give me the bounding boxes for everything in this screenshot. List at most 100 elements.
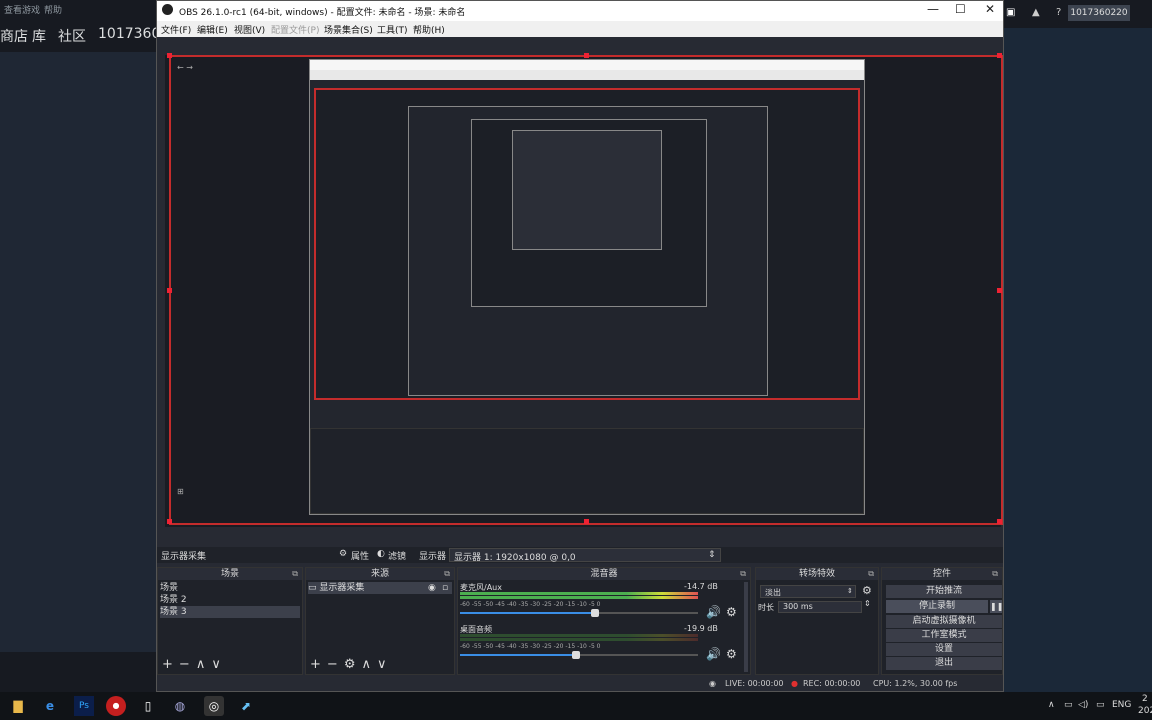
- nested-title-bar: [310, 60, 864, 70]
- menu-view[interactable]: 视图(V): [234, 23, 265, 36]
- menu-profile[interactable]: 配置文件(P): [271, 23, 319, 36]
- close-icon[interactable]: ✕: [985, 2, 995, 16]
- move-down-icon[interactable]: ∨: [377, 657, 387, 672]
- steam-menu-item[interactable]: 游戏: [22, 3, 40, 16]
- resize-handle[interactable]: [997, 53, 1002, 58]
- filter-icon[interactable]: ◐: [377, 549, 385, 559]
- undock-icon[interactable]: ⧉: [740, 568, 746, 580]
- steam-menu-item[interactable]: 帮助: [44, 3, 62, 16]
- move-up-icon[interactable]: ∧: [361, 657, 371, 672]
- file-explorer-icon[interactable]: ▇: [8, 696, 28, 716]
- controls-dock-header: 控件 ⧉: [882, 568, 1002, 580]
- remove-icon[interactable]: −: [179, 657, 190, 672]
- document-icon[interactable]: ▯: [138, 696, 158, 716]
- filters-button[interactable]: 滤镜: [388, 549, 406, 562]
- scrollbar[interactable]: [744, 582, 748, 672]
- edge-icon[interactable]: e: [40, 696, 60, 716]
- undock-icon[interactable]: ⧉: [444, 568, 450, 580]
- steam-icon[interactable]: ⬈: [236, 696, 256, 716]
- volume-slider-handle[interactable]: [572, 651, 580, 659]
- language-indicator[interactable]: ENG: [1112, 700, 1131, 710]
- gear-icon[interactable]: ⚙: [726, 605, 737, 619]
- resize-handle[interactable]: [167, 288, 172, 293]
- resize-handle[interactable]: [584, 519, 589, 524]
- steam-nav-community[interactable]: 社区: [58, 26, 86, 46]
- minimize-icon[interactable]: —: [927, 2, 939, 16]
- steam-notify-icon[interactable]: ▲: [1032, 7, 1040, 18]
- pause-recording-icon[interactable]: ❚❚: [990, 600, 1003, 613]
- studio-mode-button[interactable]: 工作室模式: [886, 629, 1002, 642]
- add-icon[interactable]: +: [162, 657, 173, 672]
- nested-add-game-icon: ⊞: [177, 487, 184, 496]
- resize-handle[interactable]: [997, 519, 1002, 524]
- scene-item[interactable]: 场景: [160, 582, 300, 594]
- maximize-icon[interactable]: ☐: [955, 2, 966, 16]
- resize-handle[interactable]: [167, 519, 172, 524]
- menu-help[interactable]: 帮助(H): [413, 23, 445, 36]
- chevron-up-icon[interactable]: ∧: [1048, 700, 1055, 710]
- steam-nav-library[interactable]: 库: [32, 26, 46, 46]
- red-app-icon[interactable]: ●: [106, 696, 126, 716]
- track-db: -14.7 dB: [684, 582, 718, 591]
- preview-selection-frame[interactable]: ← → ⊞: [167, 53, 1003, 525]
- network-icon[interactable]: ▭: [1064, 700, 1073, 710]
- clock-time[interactable]: 2: [1142, 694, 1148, 704]
- steam-friends-icon[interactable]: ▣: [1006, 7, 1015, 18]
- start-streaming-button[interactable]: 开始推流: [886, 585, 1002, 598]
- move-down-icon[interactable]: ∨: [211, 657, 221, 672]
- display-select[interactable]: 显示器 1: 1920x1080 @ 0,0 ⇕: [449, 548, 721, 563]
- transitions-dock: 转场特效 ⧉ 淡出 ⇕ ⚙ 时长 300 ms ⇕: [755, 567, 879, 675]
- start-virtual-camera-button[interactable]: 启动虚拟摄像机: [886, 615, 1002, 628]
- clock-date[interactable]: 202: [1138, 706, 1152, 716]
- move-up-icon[interactable]: ∧: [196, 657, 206, 672]
- steam-menu-item[interactable]: 查看: [4, 3, 22, 16]
- menu-scene-collection[interactable]: 场景集合(S): [324, 23, 373, 36]
- transition-select[interactable]: 淡出 ⇕: [760, 585, 856, 598]
- obs-taskbar-icon[interactable]: ◎: [204, 696, 224, 716]
- preview-canvas[interactable]: ← → ⊞: [165, 53, 1003, 527]
- eye-icon[interactable]: ◉: [428, 582, 436, 594]
- controls-dock: 控件 ⧉ 开始推流 停止录制 ❚❚ 启动虚拟摄像机 工作室模式 设置 退出: [881, 567, 1003, 675]
- undock-icon[interactable]: ⧉: [292, 568, 298, 580]
- gear-icon[interactable]: ⚙: [339, 549, 347, 559]
- steam-nav-store[interactable]: 商店: [0, 26, 28, 46]
- resize-handle[interactable]: [997, 288, 1002, 293]
- gear-icon[interactable]: ⚙: [726, 647, 737, 661]
- undock-icon[interactable]: ⧉: [868, 568, 874, 580]
- sources-dock: 来源 ⧉ ▭ 显示器采集 ◉ ▫ + − ⚙ ∧ ∨: [305, 567, 455, 675]
- resize-handle[interactable]: [167, 53, 172, 58]
- lock-icon[interactable]: ▫: [442, 582, 448, 594]
- menu-file[interactable]: 文件(F): [161, 23, 191, 36]
- volume-slider-handle[interactable]: [591, 609, 599, 617]
- steam-client-icon[interactable]: ◍: [170, 696, 190, 716]
- volume-slider[interactable]: [460, 651, 698, 659]
- duration-field[interactable]: 300 ms: [778, 601, 862, 613]
- undock-icon[interactable]: ⧉: [992, 568, 998, 580]
- rec-dot-icon: ●: [791, 679, 798, 688]
- title-bar: OBS 26.1.0-rc1 (64-bit, windows) - 配置文件:…: [157, 1, 1003, 21]
- add-icon[interactable]: +: [310, 657, 321, 672]
- steam-account-button[interactable]: 1017360220: [1068, 5, 1130, 21]
- resize-handle[interactable]: [584, 53, 589, 58]
- properties-button[interactable]: 属性: [351, 549, 369, 562]
- gear-icon[interactable]: ⚙: [862, 584, 872, 597]
- stepper-icon[interactable]: ⇕: [864, 599, 871, 608]
- source-toolbar: 显示器采集 ⚙ 属性 ◐ 滤镜 显示器 显示器 1: 1920x1080 @ 0…: [157, 547, 1003, 563]
- menu-edit[interactable]: 编辑(E): [197, 23, 228, 36]
- help-icon[interactable]: ?: [1056, 7, 1061, 18]
- volume-slider[interactable]: [460, 609, 698, 617]
- scene-item[interactable]: 场景 2: [160, 594, 300, 606]
- volume-icon[interactable]: ◁): [1078, 700, 1088, 710]
- settings-button[interactable]: 设置: [886, 643, 1002, 656]
- menu-tools[interactable]: 工具(T): [377, 23, 408, 36]
- source-item[interactable]: ▭ 显示器采集 ◉ ▫: [308, 582, 452, 594]
- remove-icon[interactable]: −: [327, 657, 338, 672]
- speaker-icon[interactable]: 🔊: [706, 605, 721, 619]
- exit-button[interactable]: 退出: [886, 657, 1002, 670]
- battery-icon[interactable]: ▭: [1096, 700, 1105, 710]
- gear-icon[interactable]: ⚙: [344, 657, 356, 672]
- speaker-icon[interactable]: 🔊: [706, 647, 721, 661]
- stop-recording-button[interactable]: 停止录制: [886, 600, 988, 613]
- photoshop-icon[interactable]: Ps: [74, 696, 94, 716]
- scene-item-selected[interactable]: 场景 3: [160, 606, 300, 618]
